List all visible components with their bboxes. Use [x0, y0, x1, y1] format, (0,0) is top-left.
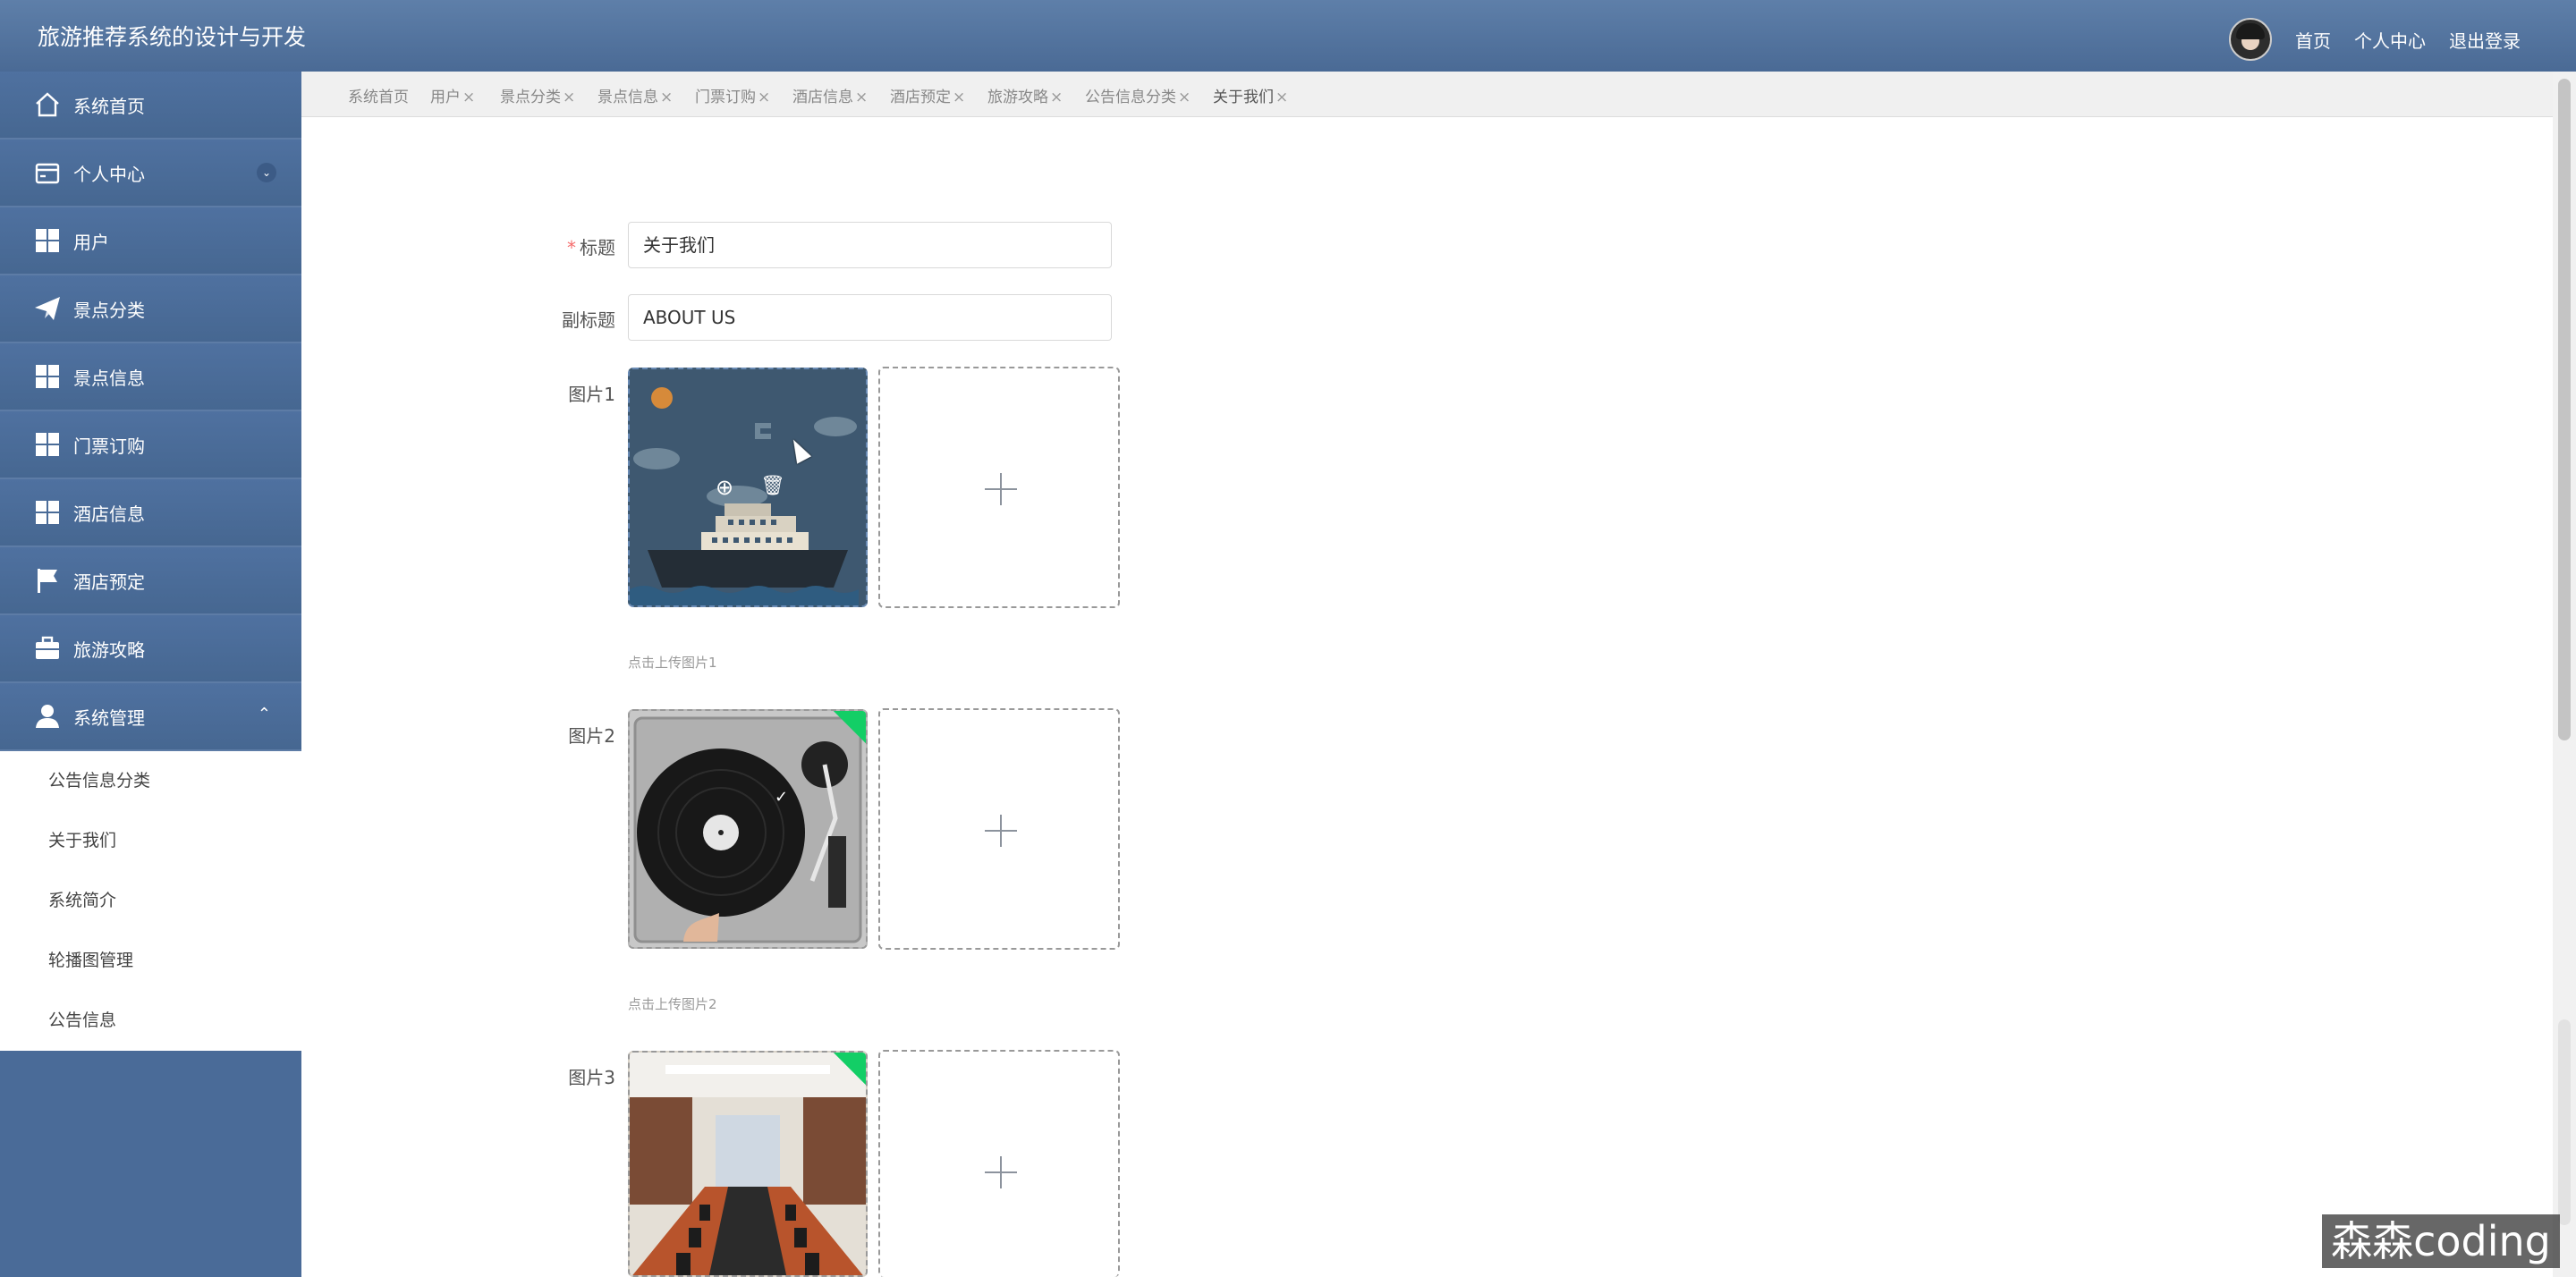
tab-users[interactable]: 用户 ×	[430, 84, 475, 106]
sidebar-item-label: 用户	[73, 231, 109, 253]
system-submenu: 公告信息分类 关于我们 系统简介 轮播图管理 公告信息	[0, 751, 301, 1051]
image3-upload[interactable]	[878, 1050, 1120, 1277]
header-links: 首页 个人中心 退出登录	[2229, 18, 2521, 61]
logout-link[interactable]: 退出登录	[2449, 27, 2521, 53]
sidebar-item-scenic-category[interactable]: 景点分类	[0, 275, 301, 343]
tab-tickets[interactable]: 门票订购 ×	[695, 84, 770, 106]
about-us-form: * 标题 关于我们 副标题 ABOUT US 图片1 ⊕ 🗑 点击上传图片1 图…	[301, 117, 2553, 1277]
sidebar-item-label: 景点信息	[73, 367, 145, 389]
sidebar-item-home[interactable]: 系统首页	[0, 72, 301, 140]
submenu-item-notice-info[interactable]: 公告信息	[0, 991, 301, 1051]
paper-plane-icon	[32, 293, 63, 324]
close-icon[interactable]: ×	[462, 89, 475, 106]
image3-thumbnail[interactable]	[628, 1051, 868, 1277]
close-icon[interactable]: ×	[1178, 89, 1191, 106]
chevron-up-icon[interactable]: ⌃	[258, 705, 271, 723]
sidebar-item-users[interactable]: 用户	[0, 207, 301, 275]
grid-icon	[32, 497, 63, 528]
tab-guides[interactable]: 旅游攻略 ×	[987, 84, 1063, 106]
briefcase-icon	[32, 633, 63, 664]
zoom-in-icon[interactable]: ⊕	[716, 475, 733, 500]
sidebar-item-label: 酒店信息	[73, 503, 145, 525]
tab-home[interactable]: 系统首页	[348, 84, 409, 106]
submenu-item-about-us[interactable]: 关于我们	[0, 811, 301, 871]
tab-about-us[interactable]: 关于我们 ×	[1213, 84, 1288, 106]
profile-link[interactable]: 个人中心	[2354, 27, 2426, 53]
tab-scenic-category[interactable]: 景点分类 ×	[500, 84, 575, 106]
subtitle-input[interactable]: ABOUT US	[628, 294, 1112, 341]
sidebar-item-label: 门票订购	[73, 435, 145, 457]
tab-scenic-info[interactable]: 景点信息 ×	[597, 84, 673, 106]
wallet-icon	[32, 157, 63, 188]
close-icon[interactable]: ×	[758, 89, 770, 106]
submenu-item-carousel[interactable]: 轮播图管理	[0, 931, 301, 991]
submenu-item-system-intro[interactable]: 系统简介	[0, 871, 301, 931]
close-icon[interactable]: ×	[1050, 89, 1063, 106]
image1-tip: 点击上传图片1	[628, 655, 717, 671]
top-header: 旅游推荐系统的设计与开发 首页 个人中心 退出登录	[0, 0, 2576, 72]
app-title: 旅游推荐系统的设计与开发	[38, 24, 307, 50]
close-icon[interactable]: ×	[1275, 89, 1288, 106]
sidebar-item-label: 系统管理	[73, 706, 145, 729]
sidebar-item-label: 个人中心	[73, 163, 145, 185]
sidebar: 系统首页 个人中心 ⌄ 用户 景点分类 景点信息 门票订购 酒店信息 酒店预定 …	[0, 72, 301, 1277]
grid-icon	[32, 429, 63, 460]
sidebar-item-profile[interactable]: 个人中心 ⌄	[0, 140, 301, 207]
close-icon[interactable]: ×	[855, 89, 868, 106]
checkmark-icon: ✓	[775, 788, 789, 807]
image2-upload[interactable]	[878, 708, 1120, 950]
tab-hotel-booking[interactable]: 酒店预定 ×	[890, 84, 965, 106]
sidebar-item-tickets[interactable]: 门票订购	[0, 411, 301, 479]
sidebar-item-hotel-info[interactable]: 酒店信息	[0, 479, 301, 547]
sidebar-item-label: 酒店预定	[73, 571, 145, 593]
watermark: 森森coding	[2322, 1214, 2560, 1268]
home-link[interactable]: 首页	[2295, 27, 2331, 53]
image1-thumbnail[interactable]: ⊕ 🗑	[628, 368, 868, 607]
sidebar-item-guides[interactable]: 旅游攻略	[0, 615, 301, 683]
image2-thumbnail[interactable]: ✓	[628, 709, 868, 949]
sidebar-item-hotel-booking[interactable]: 酒店预定	[0, 547, 301, 615]
tab-notice-category[interactable]: 公告信息分类 ×	[1085, 84, 1191, 106]
image3-label: 图片3	[568, 1067, 615, 1088]
meeting-room-photo	[630, 1053, 866, 1275]
scrollbar-thumb-secondary	[2558, 1019, 2571, 1225]
sidebar-item-label: 景点分类	[73, 299, 145, 321]
submenu-item-notice-category[interactable]: 公告信息分类	[0, 751, 301, 811]
avatar[interactable]	[2229, 18, 2272, 61]
sidebar-item-system[interactable]: 系统管理 ⌃	[0, 683, 301, 751]
title-input[interactable]: 关于我们	[628, 222, 1112, 268]
image1-label: 图片1	[568, 384, 615, 405]
sidebar-item-scenic-info[interactable]: 景点信息	[0, 343, 301, 411]
sidebar-item-label: 系统首页	[73, 95, 145, 117]
close-icon[interactable]: ×	[563, 89, 575, 106]
sidebar-item-label: 旅游攻略	[73, 638, 145, 661]
user-icon	[32, 701, 63, 732]
title-label: * 标题	[567, 237, 615, 258]
scrollbar-thumb[interactable]	[2558, 79, 2571, 740]
tab-bar: 系统首页 用户 × 景点分类 × 景点信息 × 门票订购 × 酒店信息 × 酒店预定 × 旅…	[301, 72, 2553, 117]
image1-upload[interactable]	[878, 367, 1120, 608]
flag-icon	[32, 565, 63, 596]
grid-icon	[32, 361, 63, 392]
grid-icon	[32, 225, 63, 256]
close-icon[interactable]: ×	[953, 89, 965, 106]
home-icon	[32, 89, 63, 120]
chevron-down-icon[interactable]: ⌄	[257, 163, 276, 182]
tab-hotel-info[interactable]: 酒店信息 ×	[792, 84, 868, 106]
delete-icon[interactable]: 🗑	[760, 475, 785, 497]
image2-label: 图片2	[568, 725, 615, 747]
turntable-photo	[630, 711, 866, 947]
ship-illustration	[630, 369, 866, 605]
image2-tip: 点击上传图片2	[628, 996, 717, 1012]
subtitle-label: 副标题	[562, 309, 615, 331]
close-icon[interactable]: ×	[660, 89, 673, 106]
